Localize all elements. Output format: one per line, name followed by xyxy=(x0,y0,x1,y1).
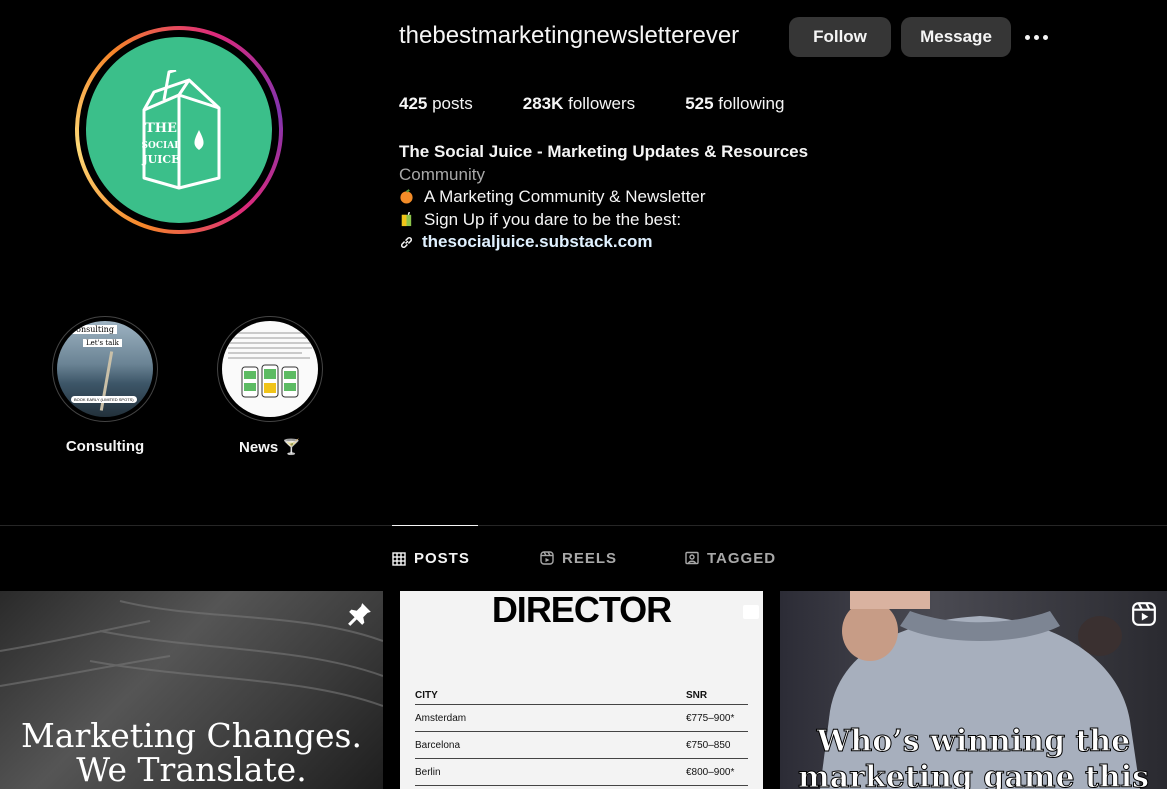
grid-icon xyxy=(392,551,406,566)
profile-username: thebestmarketingnewsletterever xyxy=(399,22,740,49)
highlight-overlay-text: Consulting xyxy=(67,325,117,334)
table-cell: Barcelona xyxy=(415,739,461,751)
reel-icon xyxy=(1132,602,1156,626)
table-cell: Amsterdam xyxy=(415,712,467,724)
tab-posts[interactable]: POSTS xyxy=(392,525,478,591)
highlight-label: News 🍸 xyxy=(238,439,302,456)
bio-display-name: The Social Juice - Marketing Updates & R… xyxy=(399,142,809,161)
profile-bio: The Social Juice - Marketing Updates & R… xyxy=(399,141,808,254)
table-header-cell: CITY xyxy=(415,690,438,701)
follow-button[interactable]: Follow xyxy=(789,17,891,57)
table-row: Amsterdam €775–900* xyxy=(415,705,748,732)
highlight-cover-image xyxy=(222,321,318,417)
profile-avatar-ring[interactable]: THE SOCIAL JUICE xyxy=(75,26,283,234)
post-overlay-title: DIRECTOR xyxy=(491,591,672,630)
table-cell: Berlin xyxy=(415,766,441,778)
highlight-overlay-text: Let's talk xyxy=(83,339,122,347)
svg-text:JUICE: JUICE xyxy=(141,153,179,166)
message-button[interactable]: Message xyxy=(901,17,1011,57)
bio-line: A Marketing Community & Newsletter xyxy=(399,186,808,209)
reels-icon xyxy=(540,551,554,565)
post-overlay-line: We Translate. xyxy=(76,750,307,789)
highlight-cover-image: Consulting Let's talk BOOK EARLY (LIMITE… xyxy=(57,321,153,417)
highlight-consulting[interactable]: Consulting Let's talk BOOK EARLY (LIMITE… xyxy=(52,316,158,455)
table-cell: €750–850 xyxy=(686,739,731,751)
svg-text:THE: THE xyxy=(145,121,177,136)
highlight-ring[interactable]: Consulting Let's talk BOOK EARLY (LIMITE… xyxy=(52,316,158,422)
tab-posts-label: POSTS xyxy=(414,550,470,567)
post-caption-overlay: Marketing Changes. We Translate. xyxy=(0,719,383,787)
bio-category: Community xyxy=(399,164,485,184)
svg-text:SOCIAL: SOCIAL xyxy=(141,141,181,151)
posts-count: 425 posts xyxy=(399,94,473,113)
highlight-label: Consulting xyxy=(65,438,145,455)
carousel-icon xyxy=(743,605,759,619)
highlight-ring[interactable] xyxy=(217,316,323,422)
post-tile[interactable]: Who’s winning the marketing game this xyxy=(780,591,1167,789)
following-count[interactable]: 525 following xyxy=(685,94,784,114)
tab-tagged-label: TAGGED xyxy=(707,549,777,567)
more-options-icon[interactable] xyxy=(1025,27,1057,47)
table-cell: €800–900* xyxy=(686,766,735,778)
profile-stats: 425 posts 283K followers 525 following xyxy=(399,94,834,114)
juice-box-icon xyxy=(401,211,412,226)
table-header-row: CITY SNR xyxy=(415,687,748,705)
bio-line: Sign Up if you dare to be the best: xyxy=(399,209,808,232)
table-row: Berlin €800–900* xyxy=(415,759,748,786)
highlight-news[interactable]: News 🍸 xyxy=(217,316,323,456)
post-tile[interactable]: DIRECTOR CITY SNR Amsterdam €775–900* Ba… xyxy=(400,591,763,789)
link-icon xyxy=(401,237,412,249)
table-row: Barcelona €750–850 xyxy=(415,732,748,759)
highlight-overlay-text: BOOK EARLY (LIMITED SPOTS) xyxy=(71,396,137,403)
news-thumbnail-icon xyxy=(228,332,312,398)
salary-table: CITY SNR Amsterdam €775–900* Barcelona €… xyxy=(415,687,748,786)
bio-link[interactable]: thesocialjuice.substack.com xyxy=(399,231,808,254)
post-overlay-line: Who’s winning the xyxy=(816,724,1131,760)
followers-count[interactable]: 283K followers xyxy=(523,94,635,114)
pinned-post-icon xyxy=(348,603,371,626)
tagged-icon xyxy=(685,551,699,565)
tangerine-icon xyxy=(400,189,413,204)
bio-link-text[interactable]: thesocialjuice.substack.com xyxy=(422,231,653,254)
table-cell: €775–900* xyxy=(686,712,735,724)
post-tile[interactable]: Marketing Changes. We Translate. xyxy=(0,591,383,789)
tab-tagged[interactable]: TAGGED xyxy=(685,525,776,591)
post-overlay-line: marketing game this xyxy=(798,760,1150,789)
post-overlay-line: Marketing Changes. xyxy=(21,716,362,755)
post-caption-overlay: Who’s winning the marketing game this xyxy=(780,724,1167,789)
juice-carton-logo-icon: THE SOCIAL JUICE xyxy=(141,70,221,190)
tab-reels[interactable]: REELS xyxy=(540,525,617,591)
avatar[interactable]: THE SOCIAL JUICE xyxy=(86,37,272,223)
tab-reels-label: REELS xyxy=(562,549,618,567)
table-header-cell: SNR xyxy=(686,690,708,701)
